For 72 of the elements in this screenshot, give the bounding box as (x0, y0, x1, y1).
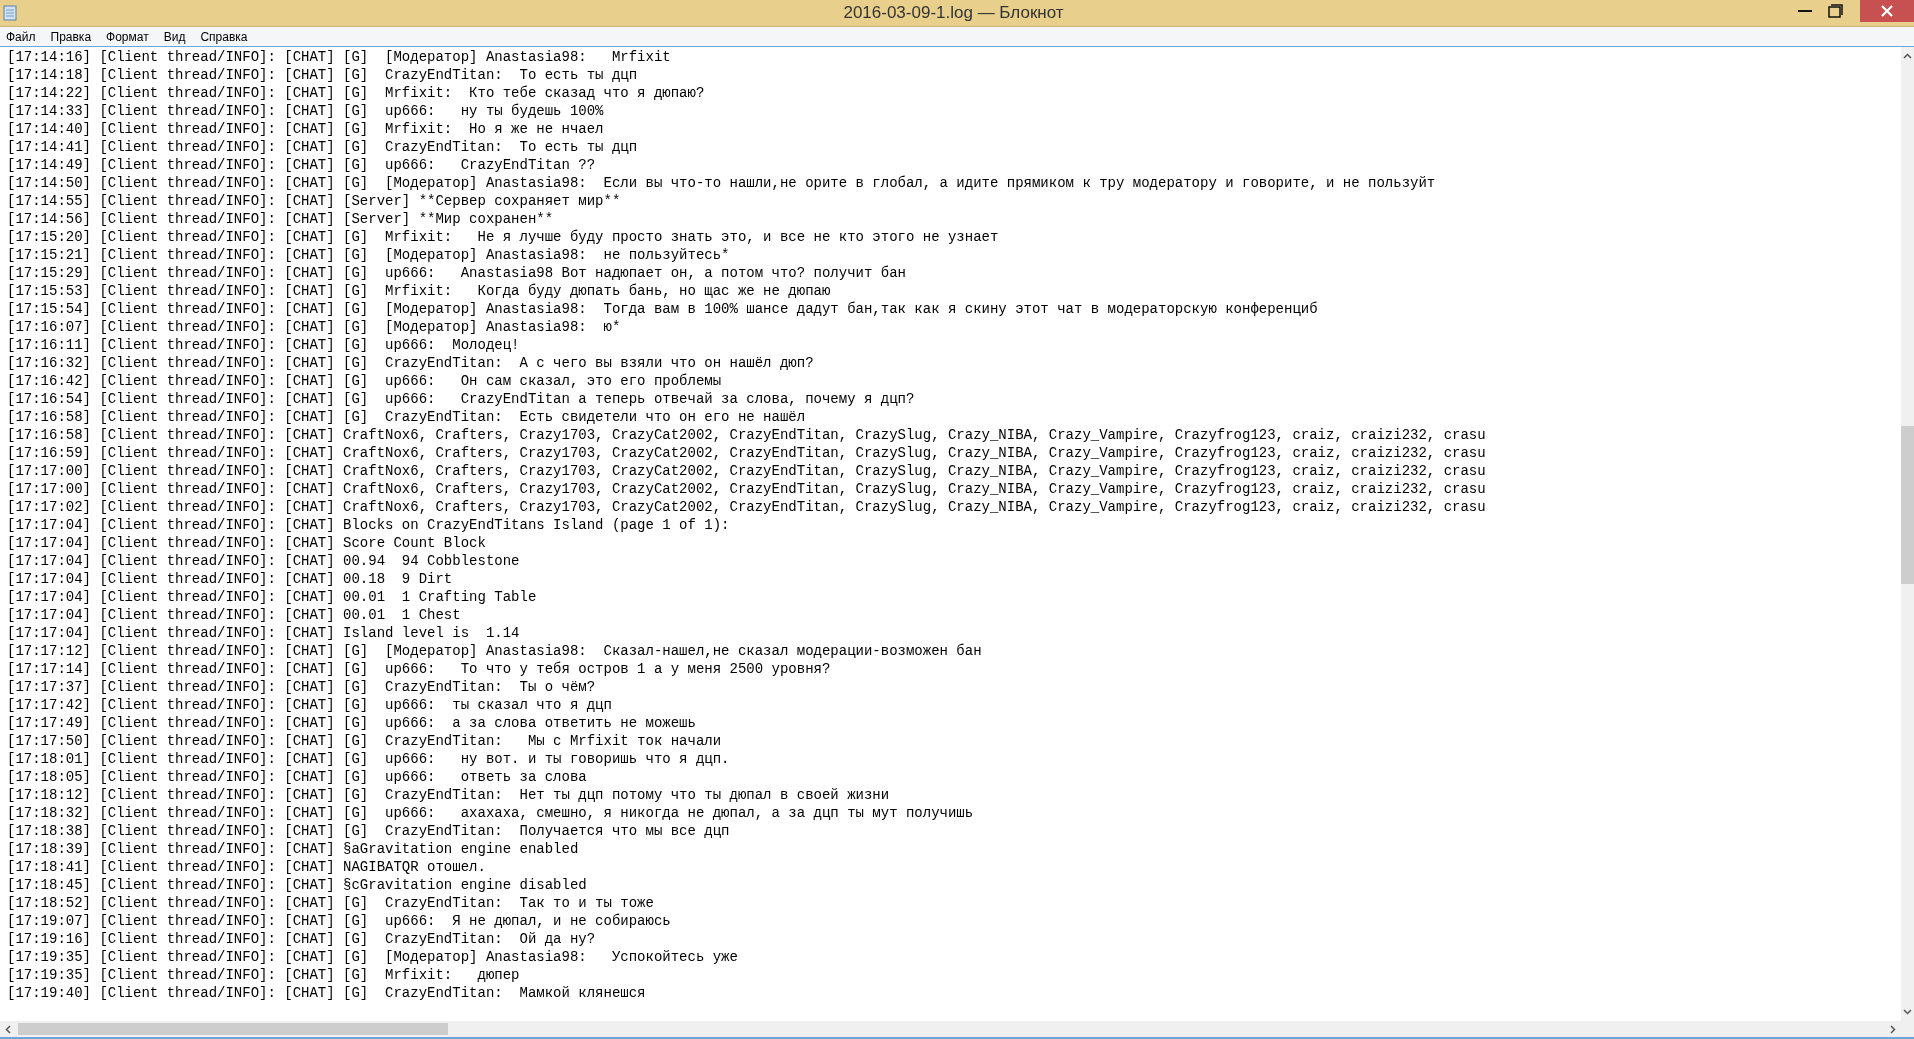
log-line: [17:18:39] [Client thread/INFO]: [CHAT] §aGravitation engine enabled (7, 840, 579, 858)
log-line: [17:14:56] [Client thread/INFO]: [CHAT] [Server] **Мир сохранен** (7, 210, 554, 228)
log-line: [17:17:42] [Client thread/INFO]: [CHAT] [G] up666: ты сказал что я дцп (7, 696, 612, 714)
log-line: [17:19:35] [Client thread/INFO]: [CHAT] [G] [Модератор] Anastasia98: Успокойтесь уже (7, 948, 738, 966)
log-line: [17:17:04] [Client thread/INFO]: [CHAT] Island level is 1.14 (7, 624, 520, 642)
log-line: [17:18:41] [Client thread/INFO]: [CHAT] NAGIBATQR отошел. (7, 858, 486, 876)
log-line: [17:17:04] [Client thread/INFO]: [CHAT] 00.01 1 Chest (7, 606, 461, 624)
scrollbar-thumb[interactable] (1901, 426, 1914, 584)
log-line: [17:17:04] [Client thread/INFO]: [CHAT] 00.18 9 Dirt (7, 570, 453, 588)
log-line: [17:16:54] [Client thread/INFO]: [CHAT] [G] up666: CrazyEndTitan а теперь отвечай за слова, почему я дцп? (7, 390, 915, 408)
log-line: [17:19:35] [Client thread/INFO]: [CHAT] [G] Mrfixit: дюпер (7, 966, 520, 984)
log-line: [17:18:45] [Client thread/INFO]: [CHAT] §cGravitation engine disabled (7, 876, 587, 894)
log-line: [17:14:50] [Client thread/INFO]: [CHAT] [G] [Модератор] Anastasia98: Если вы что-то нашли,не орите в глобал, а идите прямиком к тру модератору и говорите, и не пользуйт (7, 174, 1436, 192)
log-line: [17:18:32] [Client thread/INFO]: [CHAT] [G] up666: ахахаха, смешно, я никогда не дюпал, а за дцп ты мут получишь (7, 804, 974, 822)
log-line: [17:17:12] [Client thread/INFO]: [CHAT] [G] [Модератор] Anastasia98: Сказал-нашел,не сказал модерации-возможен бан (7, 642, 982, 660)
log-line: [17:15:20] [Client thread/INFO]: [CHAT] [G] Mrfixit: Не я лучше буду просто знать это, и все не кто этого не узнает (7, 228, 999, 246)
scroll-left-icon[interactable] (5, 1025, 11, 1034)
log-line: [17:16:32] [Client thread/INFO]: [CHAT] [G] CrazyEndTitan: А с чего вы взяли что он нашёл дюп? (7, 354, 814, 372)
log-line: [17:17:49] [Client thread/INFO]: [CHAT] [G] up666: а за слова ответить не можешь (7, 714, 696, 732)
log-line: [17:19:40] [Client thread/INFO]: [CHAT] [G] CrazyEndTitan: Мамкой клянешся (7, 984, 646, 1002)
log-line: [17:14:41] [Client thread/INFO]: [CHAT] [G] CrazyEndTitan: То есть ты дцп (7, 138, 638, 156)
log-line: [17:17:00] [Client thread/INFO]: [CHAT] CraftNox6, Crafters, Crazy1703, CrazyCat2002, CrazyEndTitan, CrazySlug, Crazy_NIBA, Crazy_Vampire, Crazyfrog123, craiz, craizi232, crasu (7, 480, 1486, 498)
scroll-down-icon[interactable] (1903, 1009, 1912, 1015)
log-line: [17:18:01] [Client thread/INFO]: [CHAT] [G] up666: ну вот. и ты говоришь что я дцп. (7, 750, 730, 768)
log-line: [17:15:21] [Client thread/INFO]: [CHAT] [G] [Модератор] Anastasia98: не пользуйтесь* (7, 246, 730, 264)
scroll-up-icon[interactable] (1903, 53, 1912, 59)
log-line: [17:17:50] [Client thread/INFO]: [CHAT] [G] CrazyEndTitan: Мы с Mrfixit ток начали (7, 732, 722, 750)
menu-item[interactable]: Вид (163, 28, 186, 45)
log-line: [17:19:07] [Client thread/INFO]: [CHAT] [G] up666: Я не дюпал, и не собираюсь (7, 912, 671, 930)
close-button[interactable] (1860, 0, 1914, 22)
scrollbar-thumb[interactable] (18, 1023, 448, 1035)
log-line: [17:16:11] [Client thread/INFO]: [CHAT] [G] up666: Молодец! (7, 336, 520, 354)
minimize-icon (1798, 9, 1812, 13)
log-line: [17:17:04] [Client thread/INFO]: [CHAT] 00.94 94 Cobblestone (7, 552, 520, 570)
log-line: [17:18:05] [Client thread/INFO]: [CHAT] [G] up666: ответь за слова (7, 768, 587, 786)
log-line: [17:14:55] [Client thread/INFO]: [CHAT] [Server] **Сервер сохраняет мир** (7, 192, 621, 210)
log-line: [17:17:37] [Client thread/INFO]: [CHAT] [G] CrazyEndTitan: Ты о чём? (7, 678, 596, 696)
menu-item[interactable]: Формат (106, 28, 149, 45)
log-line: [17:14:22] [Client thread/INFO]: [CHAT] [G] Mrfixit: Кто тебе сказад что я дюпаю? (7, 84, 705, 102)
log-line: [17:16:58] [Client thread/INFO]: [CHAT] CraftNox6, Crafters, Crazy1703, CrazyCat2002, CrazyEndTitan, CrazySlug, Crazy_NIBA, Crazy_Vampire, Crazyfrog123, craiz, craizi232, crasu (7, 426, 1486, 444)
log-line: [17:15:53] [Client thread/INFO]: [CHAT] [G] Mrfixit: Когда буду дюпать бань, но щас же не дюпаю (7, 282, 831, 300)
menu-item[interactable]: Файл (6, 28, 36, 45)
log-line: [17:17:00] [Client thread/INFO]: [CHAT] CraftNox6, Crafters, Crazy1703, CrazyCat2002, CrazyEndTitan, CrazySlug, Crazy_NIBA, Crazy_Vampire, Crazyfrog123, craiz, craizi232, crasu (7, 462, 1486, 480)
log-line: [17:19:16] [Client thread/INFO]: [CHAT] [G] CrazyEndTitan: Ой да ну? (7, 930, 596, 948)
log-line: [17:17:02] [Client thread/INFO]: [CHAT] CraftNox6, Crafters, Crazy1703, CrazyCat2002, CrazyEndTitan, CrazySlug, Crazy_NIBA, Crazy_Vampire, Crazyfrog123, craiz, craizi232, crasu (7, 498, 1486, 516)
menu-item[interactable]: Справка (200, 28, 248, 45)
log-line: [17:17:14] [Client thread/INFO]: [CHAT] [G] up666: То что у тебя остров 1 а у меня 2500 уровня? (7, 660, 831, 678)
log-line: [17:16:07] [Client thread/INFO]: [CHAT] [G] [Модератор] Anastasia98: ю* (7, 318, 621, 336)
log-line: [17:16:59] [Client thread/INFO]: [CHAT] CraftNox6, Crafters, Crazy1703, CrazyCat2002, CrazyEndTitan, CrazySlug, Crazy_NIBA, Crazy_Vampire, Crazyfrog123, craiz, craizi232, crasu (7, 444, 1486, 462)
log-line: [17:14:40] [Client thread/INFO]: [CHAT] [G] Mrfixit: Но я же не нчаел (7, 120, 604, 138)
log-line: [17:15:54] [Client thread/INFO]: [CHAT] [G] [Модератор] Anastasia98: Тогда вам в 100% шансе дадут бан,так как я скину этот чат в модераторскую конференциб (7, 300, 1318, 318)
log-line: [17:16:42] [Client thread/INFO]: [CHAT] [G] up666: Он сам сказал, это его проблемы (7, 372, 722, 390)
log-line: [17:18:12] [Client thread/INFO]: [CHAT] [G] CrazyEndTitan: Нет ты дцп потому что ты дюпал в своей жизни (7, 786, 890, 804)
log-line: [17:17:04] [Client thread/INFO]: [CHAT] 00.01 1 Crafting Table (7, 588, 537, 606)
log-line: [17:15:29] [Client thread/INFO]: [CHAT] [G] up666: Anastasia98 Вот надюпает он, а потом что? получит бан (7, 264, 906, 282)
horizontal-scrollbar[interactable] (0, 1021, 1901, 1037)
close-icon (1881, 5, 1893, 17)
log-line: [17:18:52] [Client thread/INFO]: [CHAT] [G] CrazyEndTitan: Так то и ты тоже (7, 894, 654, 912)
log-line: [17:14:33] [Client thread/INFO]: [CHAT] [G] up666: ну ты будешь 100% (7, 102, 604, 120)
window-title: 2016-03-09-1.log — Блокнот (843, 2, 1064, 25)
log-line: [17:14:16] [Client thread/INFO]: [CHAT] [G] [Модератор] Anastasia98: Mrfixit (7, 48, 671, 66)
log-line: [17:16:58] [Client thread/INFO]: [CHAT] [G] CrazyEndTitan: Есть свидетели что он его не нашёл (7, 408, 806, 426)
log-line: [17:17:04] [Client thread/INFO]: [CHAT] Blocks on CrazyEndTitans Island (page 1 of 1): (7, 516, 730, 534)
log-line: [17:17:04] [Client thread/INFO]: [CHAT] Score Count Block (7, 534, 486, 552)
menu-item[interactable]: Правка (50, 28, 92, 45)
notepad-icon (3, 5, 17, 21)
log-line: [17:18:38] [Client thread/INFO]: [CHAT] [G] CrazyEndTitan: Получается что мы все дцп (7, 822, 730, 840)
vertical-scrollbar[interactable] (1901, 47, 1914, 1021)
scroll-right-icon[interactable] (1890, 1025, 1896, 1034)
log-line: [17:14:49] [Client thread/INFO]: [CHAT] [G] up666: CrazyEndTitan ?? (7, 156, 596, 174)
restore-icon (1827, 4, 1843, 18)
log-line: [17:14:18] [Client thread/INFO]: [CHAT] [G] CrazyEndTitan: То есть ты дцп (7, 66, 638, 84)
